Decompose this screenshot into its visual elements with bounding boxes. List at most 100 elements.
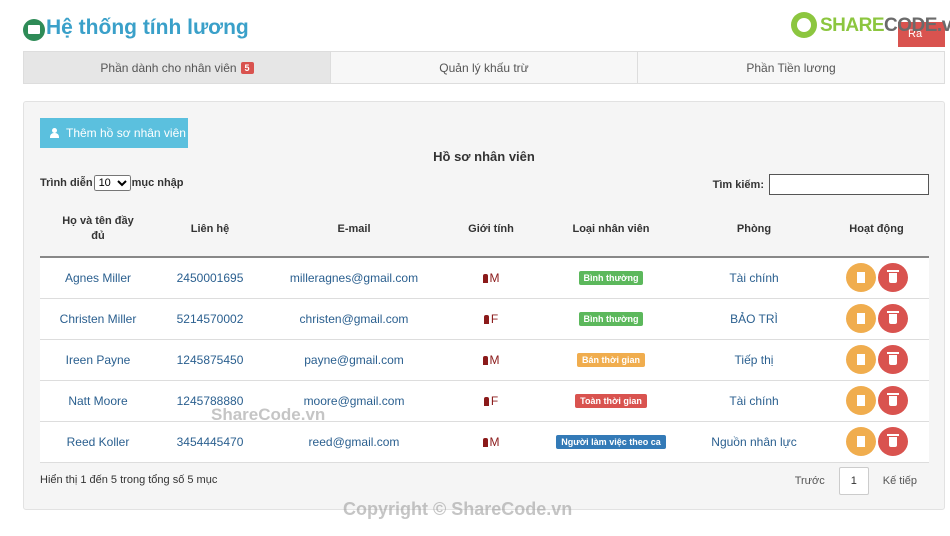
gender-value: M [489,434,500,449]
page-length-control: Trình diễn 10 mục nhập [40,175,184,191]
col-header-name[interactable]: Họ và tên đầy đủ [40,202,156,258]
tab-employees[interactable]: Phần dành cho nhân viên 5 [24,52,331,83]
entries-label: mục nhập [131,177,184,189]
add-employee-button[interactable]: Thêm hồ sơ nhân viên [40,118,188,148]
tab-salary[interactable]: Phần Tiền lương [638,52,944,83]
tab-salary-label: Phần Tiền lương [746,60,836,75]
edit-button[interactable] [845,386,876,415]
page-length-select[interactable]: 10 [93,175,131,191]
file-icon [856,313,865,324]
actions-cell [824,421,929,463]
gender-value: M [489,270,500,285]
app-title: Hệ thống tính lương [46,16,249,39]
col-header-gender[interactable]: Giới tính [444,202,538,258]
employee-email: milleragnes@gmail.com [264,257,444,299]
gender-value: F [490,393,499,408]
actions-cell [824,257,929,299]
employee-dept: Tài chính [684,380,824,422]
delete-button[interactable] [877,263,908,293]
sharecode-brand: SHARECODE.vn [820,15,950,37]
employee-gender: M [444,339,538,381]
employee-phone: 5214570002 [156,298,264,340]
employee-name: Reed Koller [40,421,156,463]
employee-panel: Thêm hồ sơ nhân viên Hồ sơ nhân viên Trì… [23,101,945,510]
employee-dept: BẢO TRÌ [684,298,824,340]
female-icon [483,396,489,406]
employee-dept: Tiếp thị [684,339,824,381]
trash-icon [886,434,899,447]
employee-type-badge: Bán thời gian [577,353,645,367]
main-tabs: Phần dành cho nhân viên 5 Quản lý khấu t… [23,51,945,84]
file-icon [856,354,865,365]
employee-email: christen@gmail.com [264,298,444,340]
employee-table: Họ và tên đầy đủ Liên hệ E-mail Giới tín… [40,202,929,463]
employee-type-badge: Người làm việc theo ca [556,435,666,449]
male-icon [482,437,488,447]
file-icon [856,436,865,447]
trash-icon [886,311,899,324]
gender-value: F [490,311,499,326]
employee-type-cell: Bán thời gian [538,339,684,381]
edit-button[interactable] [845,345,876,374]
brand-code-text: CODE.vn [884,15,950,36]
employee-phone: 1245875450 [156,339,264,381]
delete-button[interactable] [877,427,908,456]
trash-icon [886,352,899,365]
col-header-dept[interactable]: Phòng [684,202,824,258]
tab-employees-label: Phần dành cho nhân viên [100,60,237,75]
tab-deductions-label: Quản lý khấu trừ [439,60,529,75]
table-row: Natt Moore 1245788880 moore@gmail.com F … [40,380,929,422]
employee-name: Christen Miller [40,298,156,340]
employee-name: Agnes Miller [40,257,156,299]
table-row: Ireen Payne 1245875450 payne@gmail.com M… [40,339,929,381]
employee-type-badge: Bình thường [578,312,644,326]
col-header-actions: Hoạt động [824,202,929,258]
add-employee-label: Thêm hồ sơ nhân viên [66,126,186,140]
gender-value: M [489,352,500,367]
col-header-type[interactable]: Loại nhân viên [538,202,684,258]
table-row: Agnes Miller 2450001695 milleragnes@gmai… [40,257,929,299]
employee-dept: Nguồn nhân lực [684,421,824,463]
pagination: Trước 1 Kế tiếp [795,467,917,495]
col-header-contact[interactable]: Liên hệ [156,202,264,258]
employee-email: reed@gmail.com [264,421,444,463]
trash-icon [886,393,899,406]
employee-phone: 2450001695 [156,257,264,299]
employee-name: Ireen Payne [40,339,156,381]
delete-button[interactable] [877,386,908,415]
edit-button[interactable] [845,304,876,333]
delete-button[interactable] [877,304,908,333]
employee-phone: 3454445470 [156,421,264,463]
file-icon [856,272,865,284]
search-label: Tìm kiếm: [712,178,764,191]
employee-type-badge: Toàn thời gian [575,394,647,408]
sharecode-logo-icon [791,12,817,38]
edit-button[interactable] [845,427,876,456]
search-control: Tìm kiếm: [713,174,929,195]
employee-email: moore@gmail.com [264,380,444,422]
employee-type-cell: Người làm việc theo ca [538,421,684,463]
tab-deductions[interactable]: Quản lý khấu trừ [331,52,638,83]
employee-type-cell: Toàn thời gian [538,380,684,422]
actions-cell [824,298,929,340]
prev-page-button[interactable]: Trước [795,475,825,487]
file-icon [856,395,865,406]
page-1-button[interactable]: 1 [838,467,869,495]
search-input[interactable] [769,174,929,195]
app-header: Hệ thống tính lương Ra SHARECODE.vn [0,0,950,50]
female-icon [483,314,489,324]
employee-count-badge: 5 [240,61,254,74]
next-page-button[interactable]: Kế tiếp [883,475,917,487]
col-header-email[interactable]: E-mail [264,202,444,258]
employee-gender: F [444,380,538,422]
employee-type-badge: Bình thường [578,271,644,286]
male-icon [482,355,488,365]
employee-dept: Tài chính [684,257,824,299]
delete-button[interactable] [877,345,908,374]
edit-button[interactable] [845,263,876,293]
employee-gender: M [444,421,538,463]
app-logo-icon [23,19,45,41]
male-icon [482,273,488,283]
employee-type-cell: Bình thường [538,257,684,299]
actions-cell [824,380,929,422]
